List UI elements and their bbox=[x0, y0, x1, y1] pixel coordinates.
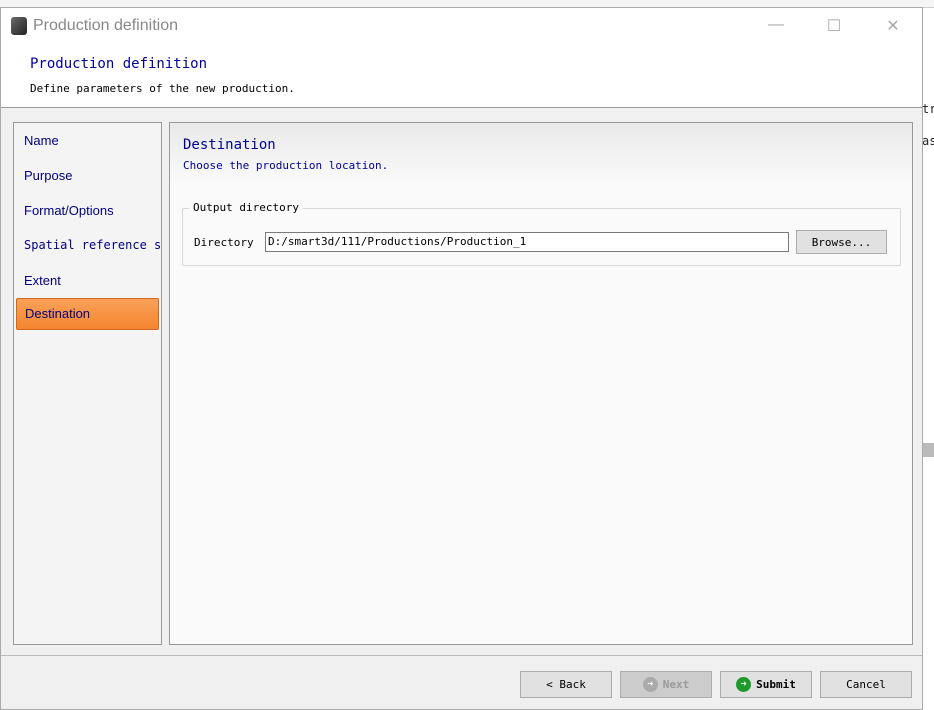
panel-subtitle: Choose the production location. bbox=[183, 159, 389, 172]
arrow-right-icon: ➜ bbox=[642, 677, 658, 692]
header-title: Production definition bbox=[30, 56, 208, 72]
submit-label: Submit bbox=[756, 678, 796, 691]
step-destination[interactable]: Destination bbox=[16, 298, 159, 330]
title-bar: Production definition — ☐ ✕ bbox=[1, 8, 922, 44]
back-label: < Back bbox=[546, 678, 586, 691]
cancel-label: Cancel bbox=[846, 678, 886, 691]
destination-panel: Destination Choose the production locati… bbox=[169, 122, 913, 645]
footer-divider bbox=[1, 655, 922, 656]
submit-button[interactable]: ➜ Submit bbox=[720, 671, 812, 698]
next-label: Next bbox=[662, 678, 690, 691]
header-subtitle: Define parameters of the new production. bbox=[30, 82, 295, 95]
background-scrollbar bbox=[922, 443, 934, 457]
group-label: Output directory bbox=[189, 201, 303, 214]
arrow-right-icon: ➜ bbox=[736, 677, 752, 692]
window-title: Production definition bbox=[33, 17, 178, 34]
back-button[interactable]: < Back bbox=[520, 671, 612, 698]
minimize-icon[interactable]: — bbox=[761, 16, 791, 34]
background-text: tr bbox=[922, 102, 934, 116]
cancel-button[interactable]: Cancel bbox=[820, 671, 912, 698]
close-icon[interactable]: ✕ bbox=[878, 16, 908, 36]
step-format-options[interactable]: Format/Options bbox=[14, 193, 161, 228]
maximize-icon[interactable]: ☐ bbox=[819, 16, 849, 36]
step-name[interactable]: Name bbox=[14, 123, 161, 158]
app-icon bbox=[11, 17, 27, 35]
next-button[interactable]: ➜ Next bbox=[620, 671, 712, 698]
step-purpose[interactable]: Purpose bbox=[14, 158, 161, 193]
wizard-steps: Name Purpose Format/Options Spatial refe… bbox=[13, 122, 162, 645]
browse-button[interactable]: Browse... bbox=[796, 230, 887, 254]
panel-title: Destination bbox=[183, 137, 276, 153]
output-directory-group: Output directory Directory D:/smart3d/11… bbox=[182, 201, 901, 266]
directory-input[interactable]: D:/smart3d/111/Productions/Production_1 bbox=[265, 232, 789, 252]
step-spatial-reference[interactable]: Spatial reference system bbox=[14, 228, 161, 263]
background-text: as bbox=[922, 134, 934, 148]
wizard-header: Production definition Define parameters … bbox=[1, 44, 922, 108]
step-extent[interactable]: Extent bbox=[14, 263, 161, 298]
directory-label: Directory bbox=[194, 236, 254, 249]
production-definition-dialog: Production definition — ☐ ✕ Production d… bbox=[0, 7, 923, 710]
